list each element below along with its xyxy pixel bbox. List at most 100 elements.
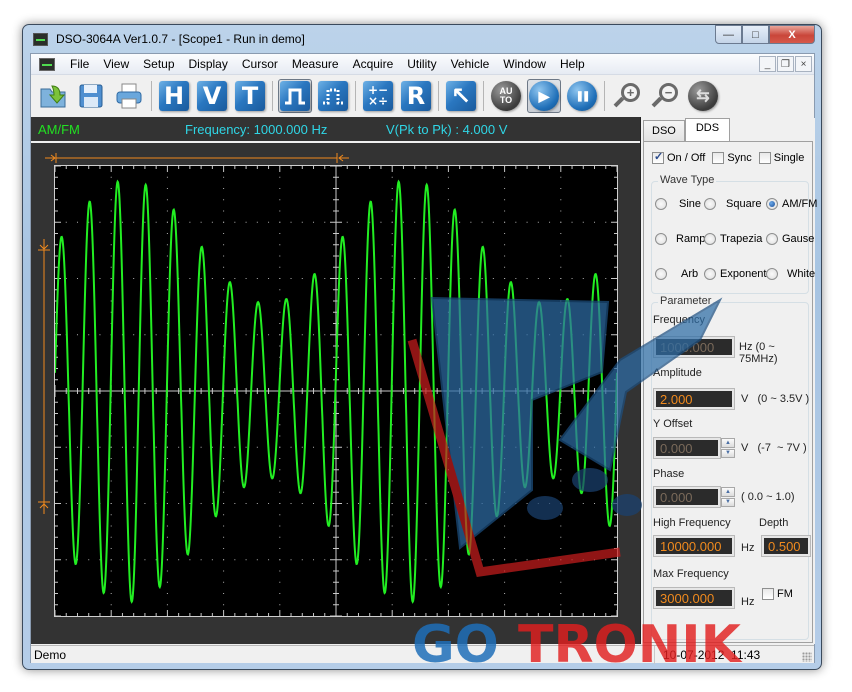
radio-gause[interactable]: Gause: [766, 233, 814, 245]
radio-ramp[interactable]: Ramp: [655, 233, 705, 245]
vertical-button[interactable]: V: [195, 79, 229, 113]
radio-dot[interactable]: [704, 233, 716, 245]
zoom-in-button[interactable]: +: [610, 79, 644, 113]
grid-dot: [223, 435, 225, 437]
menu-window[interactable]: Window: [496, 54, 553, 75]
radio-dot[interactable]: [704, 198, 716, 210]
checkbox-box[interactable]: [652, 150, 664, 164]
radio-dot[interactable]: [704, 268, 716, 280]
cursor-select-button[interactable]: ↖: [444, 79, 478, 113]
menu-measure[interactable]: Measure: [285, 54, 346, 75]
vertical-marker[interactable]: [37, 239, 51, 514]
grid-dot: [279, 244, 281, 246]
ref-button[interactable]: R: [399, 79, 433, 113]
save-button[interactable]: [74, 79, 108, 113]
depth-input[interactable]: 0.500: [761, 535, 811, 557]
radio-amfm[interactable]: AM/FM: [766, 198, 817, 210]
menu-setup[interactable]: Setup: [136, 54, 181, 75]
tab-dso[interactable]: DSO: [643, 120, 685, 142]
mdi-minimize-button[interactable]: _: [759, 56, 776, 72]
grid-dot: [234, 446, 236, 448]
close-button[interactable]: X: [769, 25, 815, 44]
mdi-restore-button[interactable]: ❐: [777, 56, 794, 72]
radio-exponent[interactable]: Exponent: [704, 268, 766, 280]
radio-arb[interactable]: Arb: [655, 268, 698, 280]
horizontal-marker[interactable]: [45, 153, 350, 163]
radio-dot[interactable]: [655, 198, 667, 210]
radio-trapezia[interactable]: Trapezia: [704, 233, 762, 245]
dotted-pulse-button[interactable]: [316, 79, 350, 113]
pause-button[interactable]: ❚❚: [565, 79, 599, 113]
radio-dot[interactable]: [766, 233, 778, 245]
menu-display[interactable]: Display: [182, 54, 235, 75]
max-frequency-input[interactable]: 3000.000: [653, 587, 735, 609]
grid-dot: [391, 255, 393, 257]
radio-dot[interactable]: [766, 198, 778, 210]
grid-dot: [470, 559, 472, 561]
minimize-button[interactable]: —: [715, 25, 742, 44]
grid-dot: [245, 503, 247, 504]
document-icon[interactable]: [39, 57, 55, 71]
menu-view[interactable]: View: [96, 54, 136, 75]
high-frequency-input[interactable]: 10000.000: [653, 535, 735, 557]
math-button[interactable]: +− ×÷: [361, 79, 395, 113]
grid-dot: [200, 221, 202, 223]
phase-input[interactable]: 0.000: [653, 486, 721, 508]
radio-dot[interactable]: [655, 268, 667, 280]
checkbox-box[interactable]: [712, 152, 725, 164]
single-checkbox[interactable]: Single: [758, 152, 804, 164]
horizontal-button[interactable]: H: [157, 79, 191, 113]
menu-utility[interactable]: Utility: [400, 54, 443, 75]
y-offset-input[interactable]: 0.000: [653, 437, 721, 459]
phase-spinner[interactable]: ▲ ▼: [721, 487, 735, 507]
grid-dot: [223, 491, 225, 493]
grid-dot: [110, 480, 112, 482]
auto-button[interactable]: AU TO: [489, 79, 523, 113]
grid-dot: [447, 469, 449, 471]
spin-up-icon[interactable]: ▲: [721, 487, 735, 497]
grid-dot: [279, 491, 281, 493]
checkbox-box[interactable]: [762, 588, 774, 600]
radio-square[interactable]: Square: [704, 198, 761, 210]
print-button[interactable]: [112, 79, 146, 113]
y-offset-spinner[interactable]: ▲ ▼: [721, 438, 735, 458]
single-pulse-button[interactable]: [278, 79, 312, 113]
title-bar[interactable]: DSO-3064A Ver1.0.7 - [Scope1 - Run in de…: [23, 25, 821, 53]
fm-checkbox[interactable]: FM: [762, 588, 793, 600]
tab-dds[interactable]: DDS: [684, 118, 731, 142]
trigger-button[interactable]: T: [233, 79, 267, 113]
menu-help[interactable]: Help: [553, 54, 592, 75]
grid-dot: [99, 334, 101, 336]
frequency-input[interactable]: 1000.000: [653, 336, 735, 358]
resize-grip[interactable]: [802, 652, 812, 662]
spin-down-icon[interactable]: ▼: [721, 497, 735, 507]
sync-checkbox[interactable]: Sync: [712, 152, 752, 164]
grid-dot: [110, 289, 112, 291]
menu-acquire[interactable]: Acquire: [346, 54, 401, 75]
mdi-close-button[interactable]: ×: [795, 56, 812, 72]
zoom-out-button[interactable]: −: [648, 79, 682, 113]
on-off-checkbox[interactable]: On / Off: [652, 150, 705, 164]
grid-dot: [223, 266, 225, 268]
radio-dot[interactable]: [766, 268, 778, 280]
radio-dot[interactable]: [655, 233, 667, 245]
grid-dot: [88, 334, 90, 336]
grid-dot: [279, 188, 281, 189]
grid-dot: [121, 221, 123, 223]
run-button[interactable]: ▶: [527, 79, 561, 113]
checkbox-box[interactable]: [758, 152, 771, 164]
waveform-plot[interactable]: [54, 165, 618, 617]
menu-cursor[interactable]: Cursor: [235, 54, 285, 75]
radio-sine[interactable]: Sine: [655, 198, 701, 210]
swap-button[interactable]: ⇆: [686, 79, 720, 113]
spin-down-icon[interactable]: ▼: [721, 448, 735, 458]
amplitude-input[interactable]: 2.000: [653, 388, 735, 410]
maximize-button[interactable]: □: [742, 25, 769, 44]
grid-dot: [133, 278, 135, 279]
spin-up-icon[interactable]: ▲: [721, 438, 735, 448]
menu-file[interactable]: File: [63, 54, 96, 75]
open-button[interactable]: [36, 79, 70, 113]
radio-white[interactable]: White: [766, 268, 815, 280]
menu-vehicle[interactable]: Vehicle: [444, 54, 497, 75]
grid-dot: [279, 570, 281, 572]
